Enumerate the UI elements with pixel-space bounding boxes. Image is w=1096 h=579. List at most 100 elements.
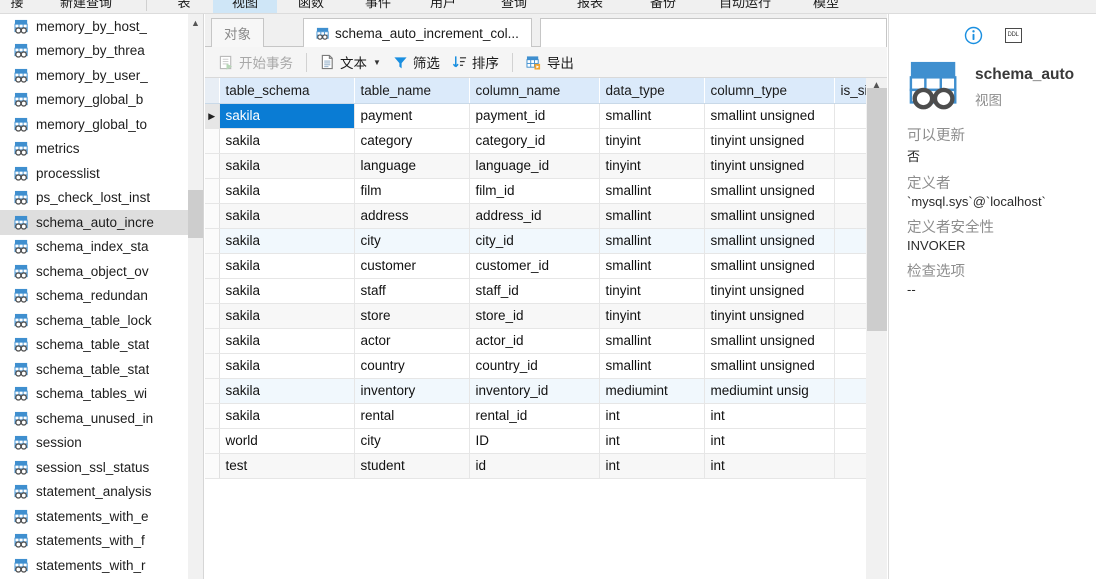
table-row[interactable]: sakila language language_id tinyint tinyint … [205,153,882,179]
menu-item-model[interactable]: 模型 [791,0,861,13]
menu-item-backup[interactable]: 备份 [627,0,699,13]
text-view-button[interactable]: 文本 ▼ [314,50,387,75]
cell-table_name[interactable]: inventory [354,378,470,404]
cell-column_type[interactable]: int [704,453,835,479]
menu-item-event[interactable]: 事件 [345,0,411,13]
cell-column_name[interactable]: language_id [469,153,600,179]
cell-table_name[interactable]: staff [354,278,470,304]
cell-table_schema[interactable]: test [219,453,355,479]
sidebar-item-processlist[interactable]: processlist [0,161,203,186]
cell-column_type[interactable]: tinyint unsigned [704,278,835,304]
column-header-table-schema[interactable]: table_schema [219,78,355,104]
cell-column_type[interactable]: smallint unsigned [704,228,835,254]
menu-item-view[interactable]: 视图 [213,0,277,13]
cell-table_schema[interactable]: sakila [219,303,355,329]
cell-data_type[interactable]: smallint [599,203,705,229]
cell-column_name[interactable]: city_id [469,228,600,254]
grid-vertical-scrollbar[interactable]: ▲ [866,78,887,579]
table-row[interactable]: sakila inventory inventory_id mediumint medi… [205,378,882,404]
sidebar-item-schema_redundan[interactable]: schema_redundan [0,284,203,309]
cell-table_name[interactable]: city [354,428,470,454]
column-header-column-name[interactable]: column_name [469,78,600,104]
menu-item-user[interactable]: 用户 [411,0,475,13]
cell-table_name[interactable]: country [354,353,470,379]
sidebar-item-memory_by_user[interactable]: memory_by_user_ [0,63,203,88]
table-row[interactable]: sakila country country_id smallint smallint … [205,353,882,379]
cell-column_name[interactable]: customer_id [469,253,600,279]
table-row[interactable]: sakila film film_id smallint smallint unsign… [205,178,882,204]
cell-data_type[interactable]: smallint [599,353,705,379]
cell-column_type[interactable]: mediumint unsig [704,378,835,404]
chevron-down-icon[interactable]: ▼ [373,58,381,67]
cell-data_type[interactable]: tinyint [599,153,705,179]
cell-column_name[interactable]: inventory_id [469,378,600,404]
cell-column_type[interactable]: smallint unsigned [704,328,835,354]
result-data-grid[interactable]: table_schema table_name column_name data… [205,78,887,579]
sidebar-item-session_ssl_status[interactable]: session_ssl_status [0,455,203,480]
ddl-button[interactable]: DDL [1004,27,1022,43]
table-row[interactable]: sakila actor actor_id smallint smallint unsi… [205,328,882,354]
column-header-table-name[interactable]: table_name [354,78,470,104]
tab-object[interactable]: 对象 [211,18,264,47]
cell-table_name[interactable]: student [354,453,470,479]
grid-scrollbar-thumb[interactable] [867,88,887,331]
cell-table_name[interactable]: address [354,203,470,229]
table-row[interactable]: sakila rental rental_id int int [205,403,882,429]
row-indicator[interactable] [205,253,220,279]
cell-data_type[interactable]: int [599,403,705,429]
sort-button[interactable]: 排序 [446,50,505,75]
sidebar-item-schema_unused_in[interactable]: schema_unused_in [0,406,203,431]
sidebar-item-statements_with_e[interactable]: statements_with_e [0,504,203,529]
cell-table_name[interactable]: customer [354,253,470,279]
cell-table_schema[interactable]: sakila [219,153,355,179]
column-header-column-type[interactable]: column_type [704,78,835,104]
column-header-data-type[interactable]: data_type [599,78,705,104]
sidebar-item-schema_tables_wi[interactable]: schema_tables_wi [0,382,203,407]
cell-column_type[interactable]: smallint unsigned [704,353,835,379]
begin-transaction-button[interactable]: 开始事务 [213,50,299,75]
menu-item-table[interactable]: 表 [155,0,213,13]
table-row[interactable]: ▶ sakila payment payment_id smallint smallint… [205,103,882,129]
table-row[interactable]: test student id int int [205,453,882,479]
cell-column_name[interactable]: actor_id [469,328,600,354]
cell-table_name[interactable]: city [354,228,470,254]
cell-column_name[interactable]: address_id [469,203,600,229]
sidebar-scrollbar-thumb[interactable] [188,190,203,238]
cell-column_type[interactable]: smallint unsigned [704,103,835,129]
cell-table_name[interactable]: store [354,303,470,329]
row-indicator[interactable] [205,328,220,354]
cell-data_type[interactable]: smallint [599,253,705,279]
sidebar-item-memory_by_threa[interactable]: memory_by_threa [0,39,203,64]
cell-table_schema[interactable]: sakila [219,403,355,429]
row-indicator[interactable] [205,303,220,329]
cell-data_type[interactable]: int [599,453,705,479]
filter-button[interactable]: 筛选 [387,50,446,75]
table-row[interactable]: world city ID int int [205,428,882,454]
cell-data_type[interactable]: tinyint [599,128,705,154]
sidebar-item-session[interactable]: session [0,431,203,456]
cell-table_name[interactable]: payment [354,103,470,129]
cell-table_name[interactable]: rental [354,403,470,429]
cell-table_name[interactable]: actor [354,328,470,354]
tab-schema-auto-increment[interactable]: schema_auto_increment_col... [303,18,532,47]
row-indicator[interactable] [205,153,220,179]
menu-item-function[interactable]: 函数 [277,0,345,13]
cell-column_name[interactable]: staff_id [469,278,600,304]
menu-item-connection[interactable]: 接 [0,0,34,13]
menu-item-new-query[interactable]: 新建查询 [34,0,138,13]
cell-table_name[interactable]: film [354,178,470,204]
cell-column_name[interactable]: country_id [469,353,600,379]
cell-data_type[interactable]: int [599,428,705,454]
row-indicator[interactable] [205,228,220,254]
table-row[interactable]: sakila address address_id smallint smallint … [205,203,882,229]
cell-table_schema[interactable]: sakila [219,353,355,379]
sidebar-item-schema_table_lock[interactable]: schema_table_lock [0,308,203,333]
sidebar-item-schema_table_stat[interactable]: schema_table_stat [0,333,203,358]
cell-column_type[interactable]: tinyint unsigned [704,128,835,154]
sidebar-item-schema_table_stat[interactable]: schema_table_stat [0,357,203,382]
cell-table_schema[interactable]: sakila [219,378,355,404]
cell-column_name[interactable]: film_id [469,178,600,204]
sidebar-item-memory_by_host[interactable]: memory_by_host_ [0,14,203,39]
cell-table_schema[interactable]: sakila [219,178,355,204]
cell-table_schema[interactable]: sakila [219,328,355,354]
